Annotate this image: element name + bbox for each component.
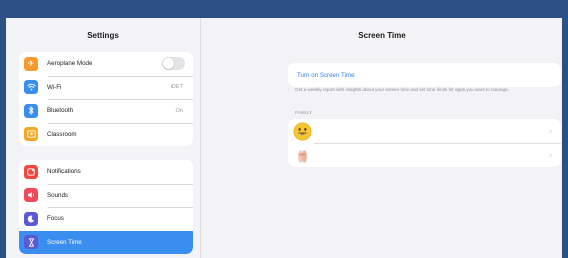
sidebar-item-aeroplane-mode[interactable]: ✈ Aeroplane Mode xyxy=(19,52,193,76)
notifications-icon xyxy=(24,164,38,179)
family-members-card: › › xyxy=(288,119,561,167)
sidebar-item-wifi[interactable]: Wi-Fi iDET xyxy=(19,75,193,100)
hands-avatar xyxy=(298,149,307,163)
classroom-icon xyxy=(24,127,38,142)
settings-sidebar: Settings ✈ Aeroplane Mode Wi-Fi iDET Blu… xyxy=(6,18,201,258)
wifi-icon xyxy=(24,80,38,95)
ipad-screen: Settings ✈ Aeroplane Mode Wi-Fi iDET Blu… xyxy=(6,18,562,258)
family-member-row[interactable]: › xyxy=(288,143,561,167)
wifi-network-value: iDET xyxy=(170,84,183,91)
turn-on-card: Turn on Screen Time xyxy=(288,63,561,87)
moon-icon xyxy=(24,211,38,226)
sidebar-item-focus[interactable]: Focus xyxy=(19,207,193,231)
bluetooth-status-value: On xyxy=(175,107,183,114)
sidebar-item-label: Aeroplane Mode xyxy=(47,60,93,68)
sidebar-item-label: Notifications xyxy=(47,168,81,176)
chevron-right-icon: › xyxy=(549,126,552,136)
sidebar-item-screen-time[interactable]: Screen Time xyxy=(19,230,193,254)
screen-time-detail-pane: Screen Time Turn on Screen Time Get a we… xyxy=(202,18,562,258)
sidebar-group-connectivity: ✈ Aeroplane Mode Wi-Fi iDET Bluetooth On xyxy=(19,52,193,146)
family-member-row[interactable]: › xyxy=(288,119,561,143)
sidebar-item-classroom[interactable]: Classroom xyxy=(19,122,193,147)
sidebar-item-label: Wi-Fi xyxy=(47,83,62,91)
family-section-header: FAMILY xyxy=(295,110,313,115)
screen-time-description: Get a weekly report with insights about … xyxy=(295,87,509,92)
sidebar-title: Settings xyxy=(87,30,119,40)
sidebar-item-label: Sounds xyxy=(47,191,68,199)
bluetooth-icon xyxy=(24,103,38,118)
sidebar-item-label: Bluetooth xyxy=(47,107,74,115)
sidebar-item-label: Focus xyxy=(47,215,64,223)
sidebar-item-label: Screen Time xyxy=(47,238,82,246)
sidebar-item-sounds[interactable]: Sounds xyxy=(19,183,193,208)
chevron-right-icon: › xyxy=(549,150,552,160)
sidebar-item-notifications[interactable]: Notifications xyxy=(19,160,193,184)
sidebar-item-label: Classroom xyxy=(47,130,77,138)
airplane-icon: ✈ xyxy=(24,56,38,71)
sidebar-item-bluetooth[interactable]: Bluetooth On xyxy=(19,99,193,123)
sidebar-group-general: Notifications Sounds Focus Screen Time xyxy=(19,160,193,254)
hourglass-icon xyxy=(24,235,38,250)
detail-title: Screen Time xyxy=(358,30,406,40)
turn-on-screen-time-button[interactable]: Turn on Screen Time xyxy=(288,63,561,87)
speaker-icon xyxy=(24,188,38,203)
toggle-knob xyxy=(163,58,174,70)
smiling-face-avatar xyxy=(293,121,312,141)
aeroplane-mode-toggle[interactable] xyxy=(162,57,185,71)
